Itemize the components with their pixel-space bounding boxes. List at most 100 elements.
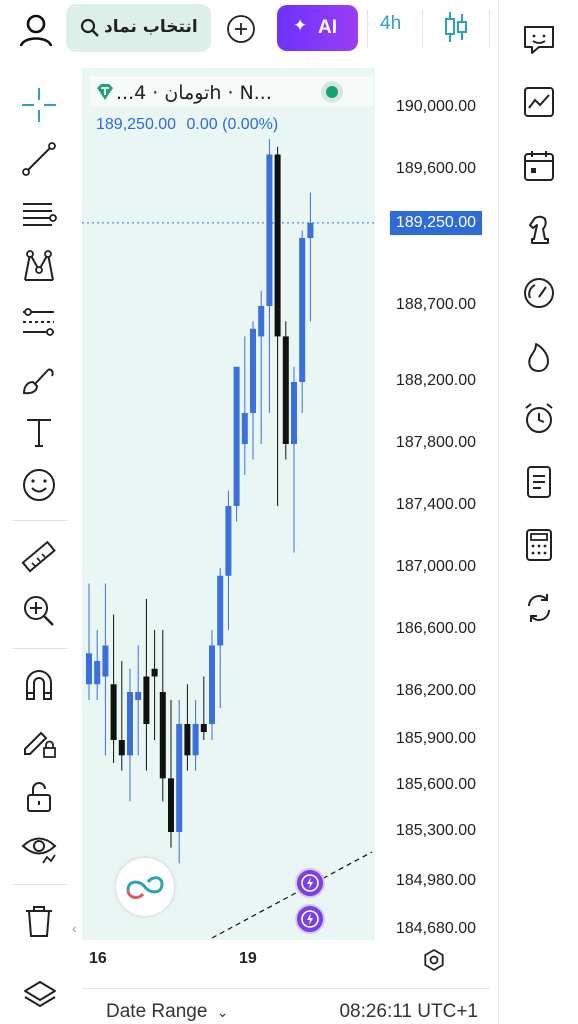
ruler-icon[interactable]: [20, 538, 58, 576]
candle: [110, 614, 117, 763]
candle-body: [94, 661, 101, 685]
candle-body: [135, 692, 142, 700]
candle-body: [168, 778, 174, 832]
chat-icon[interactable]: [521, 22, 557, 58]
unlock-icon[interactable]: [20, 778, 58, 816]
lock-drawing-icon[interactable]: [20, 722, 58, 760]
candle: [209, 630, 215, 740]
price-axis-label: 188,200.00: [395, 372, 476, 389]
candle-body: [159, 692, 166, 779]
symbol-search-button[interactable]: انتخاب نماد: [66, 4, 211, 52]
price-axis-label: 186,200.00: [395, 682, 476, 699]
chevron-down-icon: ⌄: [216, 1004, 229, 1020]
gauge-icon[interactable]: [521, 275, 557, 311]
emoji-icon[interactable]: [20, 466, 58, 504]
calculator-icon[interactable]: [521, 527, 557, 563]
candle-body: [110, 684, 117, 740]
price-axis-label: 185,600.00: [395, 776, 476, 793]
time-axis-label: 16: [89, 950, 107, 967]
price-axis-label: 190,000.00: [395, 98, 476, 115]
candle-body: [184, 724, 191, 756]
candle-body: [143, 676, 150, 724]
interval-selector[interactable]: 4h: [380, 13, 401, 35]
brush-icon[interactable]: [20, 360, 58, 398]
parallel-lines-icon[interactable]: [20, 196, 58, 234]
text-tool-icon[interactable]: [20, 414, 58, 452]
tether-icon: [97, 84, 113, 100]
bottom-bar: Date Range ⌄ 08:26:11 UTC+1: [82, 988, 490, 1024]
sparkle-icon: ✦: [293, 16, 308, 35]
crosshair-icon[interactable]: [20, 86, 58, 124]
price-axis-label: 184,980.00: [395, 872, 476, 889]
candle: [143, 599, 150, 771]
candle-body: [127, 692, 133, 756]
candle-body: [225, 506, 232, 576]
candle: [258, 290, 265, 444]
fibonacci-icon[interactable]: [20, 304, 58, 342]
ai-button[interactable]: ✦ AI: [277, 5, 358, 51]
candlestick-type-icon[interactable]: [442, 10, 470, 44]
candle-body: [250, 328, 256, 413]
candle: [250, 321, 256, 460]
divider: [489, 10, 490, 48]
user-icon[interactable]: [18, 12, 54, 48]
candle-body: [151, 668, 158, 677]
zoom-in-icon[interactable]: [20, 592, 58, 630]
candle-body: [307, 222, 314, 238]
candle-body: [282, 336, 289, 444]
alert-badge[interactable]: [295, 868, 325, 898]
eye-icon[interactable]: [20, 830, 58, 868]
candle: [86, 583, 92, 700]
candle: [192, 700, 199, 771]
candle-body: [233, 366, 240, 506]
trash-icon[interactable]: [20, 902, 58, 940]
document-icon[interactable]: [521, 464, 557, 500]
collapse-toolbar-arrow[interactable]: ‹: [72, 920, 82, 946]
candle: [274, 146, 281, 506]
timezone-clock[interactable]: 08:26:11 UTC+1: [339, 1001, 478, 1023]
ai-button-label: AI: [318, 17, 337, 38]
trend-line-icon[interactable]: [20, 140, 58, 178]
candle: [102, 583, 109, 756]
alert-badge[interactable]: [295, 904, 325, 934]
price-axis-label: 184,680.00: [395, 920, 476, 937]
price-axis-label: 187,400.00: [395, 496, 476, 513]
price-axis-label: 186,600.00: [395, 620, 476, 637]
candle-body: [299, 238, 306, 382]
symbol-legend[interactable]: ...تومان · 4h · N... 189,250.00 0.00 (0.…: [90, 76, 373, 142]
market-status-icon[interactable]: [318, 80, 346, 104]
candle: [127, 668, 133, 802]
date-range-button[interactable]: Date Range ⌄: [106, 1001, 228, 1023]
legend-price: 189,250.00: [96, 116, 177, 133]
alarm-clock-icon[interactable]: [521, 400, 557, 436]
candle: [233, 366, 240, 522]
divider: [12, 884, 68, 885]
calendar-icon[interactable]: [521, 148, 557, 184]
candle: [299, 230, 306, 413]
price-axis-label: 187,000.00: [395, 558, 476, 575]
app-logo[interactable]: [116, 858, 174, 916]
chart-settings-icon[interactable]: [422, 948, 446, 972]
lightning-icon: [301, 874, 319, 892]
fire-icon[interactable]: [521, 338, 557, 374]
time-axis-label: 19: [239, 950, 257, 967]
candle-body: [266, 154, 273, 306]
candle-body: [291, 382, 297, 444]
magnet-icon[interactable]: [20, 666, 58, 704]
candle: [217, 568, 224, 708]
price-axis-label: 185,900.00: [395, 730, 476, 747]
candle-body: [258, 306, 265, 337]
pattern-icon[interactable]: [20, 248, 58, 286]
price-chart[interactable]: ...تومان · 4h · N... 189,250.00 0.00 (0.…: [82, 68, 490, 972]
candle: [282, 321, 289, 460]
candle: [94, 630, 101, 700]
candle: [200, 676, 207, 740]
layers-icon[interactable]: [22, 978, 58, 1014]
candle-body: [176, 724, 183, 832]
add-symbol-button[interactable]: [226, 14, 256, 44]
chess-knight-icon[interactable]: [521, 212, 557, 248]
swap-icon[interactable]: [521, 590, 557, 626]
divider: [12, 648, 68, 649]
candle-body: [118, 740, 125, 756]
chart-icon[interactable]: [521, 84, 557, 120]
